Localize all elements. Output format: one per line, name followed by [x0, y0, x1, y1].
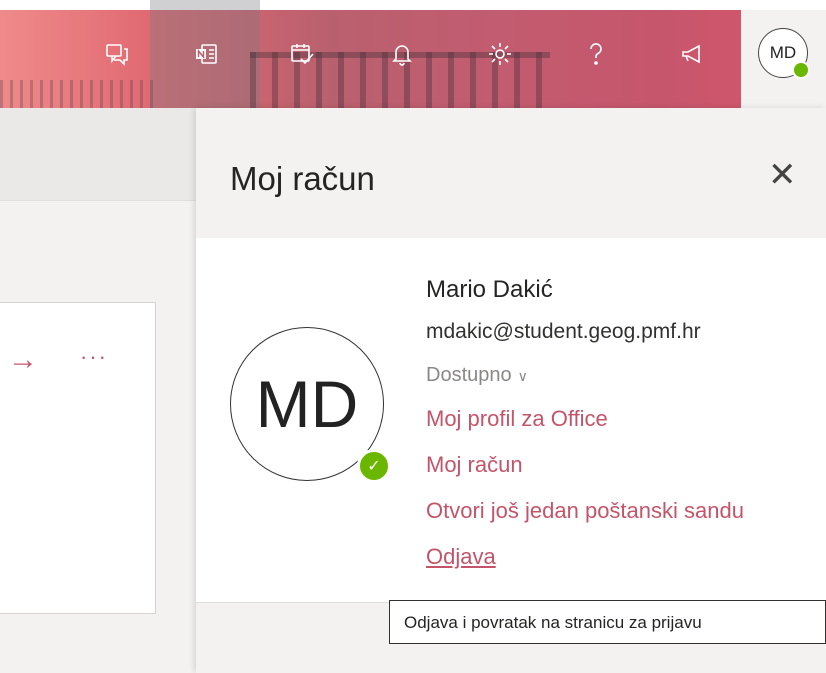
help-icon[interactable] [582, 40, 610, 68]
header-top-edge [0, 0, 826, 10]
more-options-icon[interactable]: ··· [80, 344, 108, 370]
forward-arrow-icon[interactable]: → [8, 343, 38, 377]
office-profile-link[interactable]: Moj profil za Office [426, 406, 608, 432]
header-avatar-initials: MD [769, 43, 797, 62]
tasks-icon[interactable] [288, 40, 316, 68]
profile-avatar-initials: MD [255, 367, 359, 441]
gear-icon[interactable] [486, 40, 514, 68]
presence-status-label: Dostupno [426, 364, 512, 386]
chevron-down-icon: ∨ [517, 368, 528, 384]
presence-available-icon [792, 61, 810, 79]
top-header [0, 0, 826, 108]
sign-out-tooltip: Odjava i povratak na stranicu za prijavu [389, 600, 826, 644]
close-icon[interactable]: ✕ [768, 158, 797, 192]
user-name: Mario Dakić [426, 276, 553, 303]
user-email: mdakic@student.geog.pmf.hr [426, 320, 701, 343]
account-panel-header: Moj račun ✕ [196, 108, 826, 238]
panel-title: Moj račun [230, 160, 375, 197]
sign-out-link[interactable]: Odjava [426, 544, 496, 570]
open-another-mailbox-link[interactable]: Otvori još jedan poštanski sandu [426, 498, 744, 524]
header-avatar[interactable]: MD [758, 28, 810, 79]
header-background-fence [0, 80, 160, 108]
megaphone-icon[interactable] [678, 40, 706, 68]
bell-icon[interactable] [388, 40, 416, 68]
profile-avatar[interactable]: MD ✓ [230, 327, 391, 483]
account-panel: Moj račun ✕ MD ✓ Mario Dakić mdakic@stud… [196, 108, 826, 673]
onenote-icon[interactable] [192, 40, 220, 68]
chat-icon[interactable] [103, 40, 131, 68]
presence-status-dropdown[interactable]: Dostupno ∨ [426, 364, 528, 387]
presence-check-icon: ✓ [357, 449, 391, 483]
my-account-link[interactable]: Moj račun [426, 452, 523, 478]
tooltip-text: Odjava i povratak na stranicu za prijavu [404, 613, 702, 632]
left-toolbar-band [0, 108, 196, 201]
